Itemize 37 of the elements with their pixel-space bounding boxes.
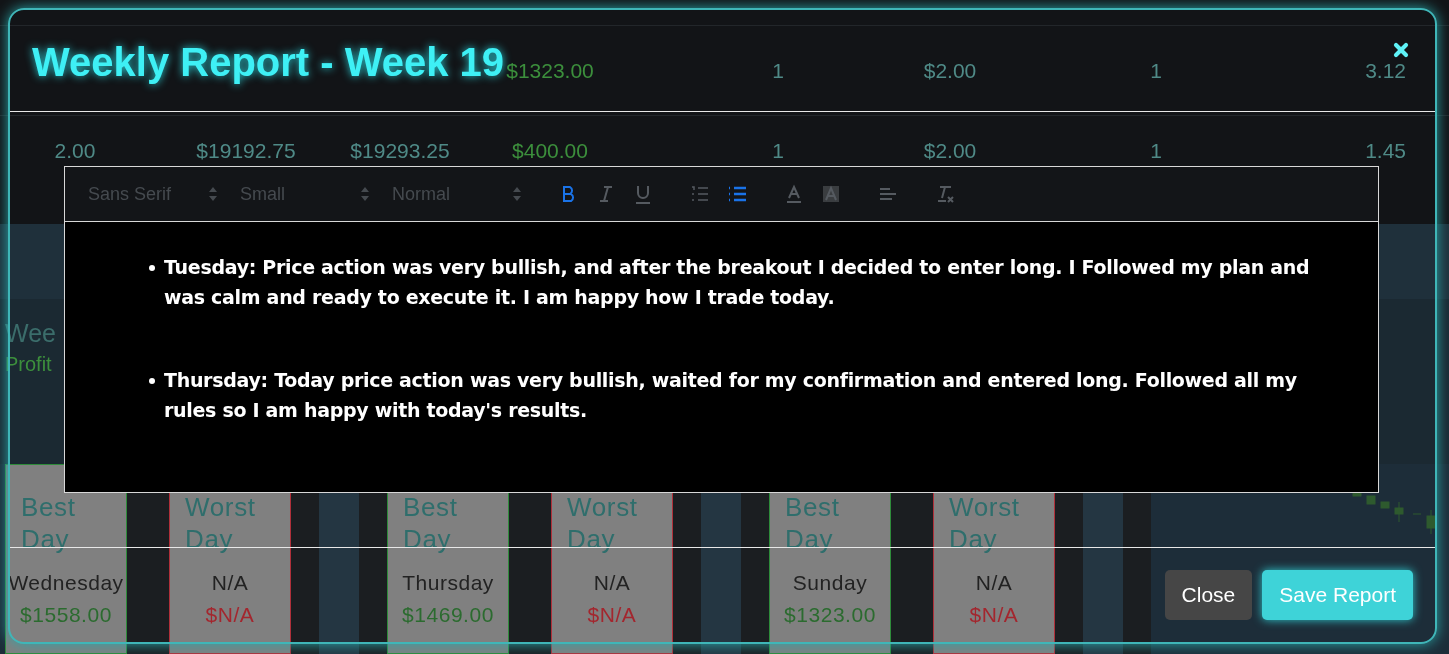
card-day: Sunday (792, 567, 868, 599)
bullet-icon (149, 378, 155, 384)
table-cell-text: $1323.00 (506, 57, 594, 84)
card-amount: $1323.00 (784, 601, 876, 628)
table-cell-text: 1 (1150, 57, 1162, 84)
sort-arrows-icon (208, 186, 218, 202)
close-icon[interactable] (1391, 40, 1411, 60)
table-cell-text: $19192.75 (196, 137, 296, 164)
table-cell-text: $19293.25 (350, 137, 450, 164)
card-day: Thursday (402, 567, 494, 599)
table-cell-text: 1 (772, 57, 784, 84)
card-day: Wednesday (8, 567, 124, 599)
table-cell-text: $2.00 (923, 57, 977, 84)
journal-entry: Thursday: Today price action was very bullish, waited for my confirmation and entered long. Followed all my rules so I am happy with today's results. (164, 368, 1298, 423)
table-cell-text: 1.45 (1365, 137, 1406, 164)
table-cell-text: 3.12 (1365, 57, 1406, 84)
modal-title: Weekly Report - Week 19 (32, 39, 505, 86)
card-amount: $1469.00 (402, 601, 494, 628)
sort-arrows-icon (360, 186, 370, 202)
table-cell-text: 1 (772, 137, 784, 164)
table-cell-text: 1 (1150, 137, 1162, 164)
bullet-icon (149, 265, 155, 271)
table-cell-text: $2.00 (923, 137, 977, 164)
save-button[interactable]: Save Report (1262, 570, 1413, 620)
close-button[interactable]: Close (1164, 570, 1253, 620)
card-day: N/A (211, 567, 249, 599)
card-day: N/A (975, 567, 1013, 599)
card-amount: $1558.00 (20, 601, 112, 628)
editor-content[interactable] (65, 222, 1378, 492)
card-day: N/A (593, 567, 631, 599)
table-cell-text: $400.00 (512, 137, 588, 164)
sort-arrows-icon (512, 186, 522, 202)
table-cell-text: 2.00 (54, 137, 96, 164)
journal-entry: Tuesday: Price action was very bullish, and after the breakout I decided to enter long. I Followed my plan and was calm and ready to execute it. I am happy how I trade today. (164, 255, 1311, 310)
card-amount: $N/A (969, 601, 1019, 628)
card-amount: $N/A (587, 601, 637, 628)
card-amount: $N/A (205, 601, 255, 628)
